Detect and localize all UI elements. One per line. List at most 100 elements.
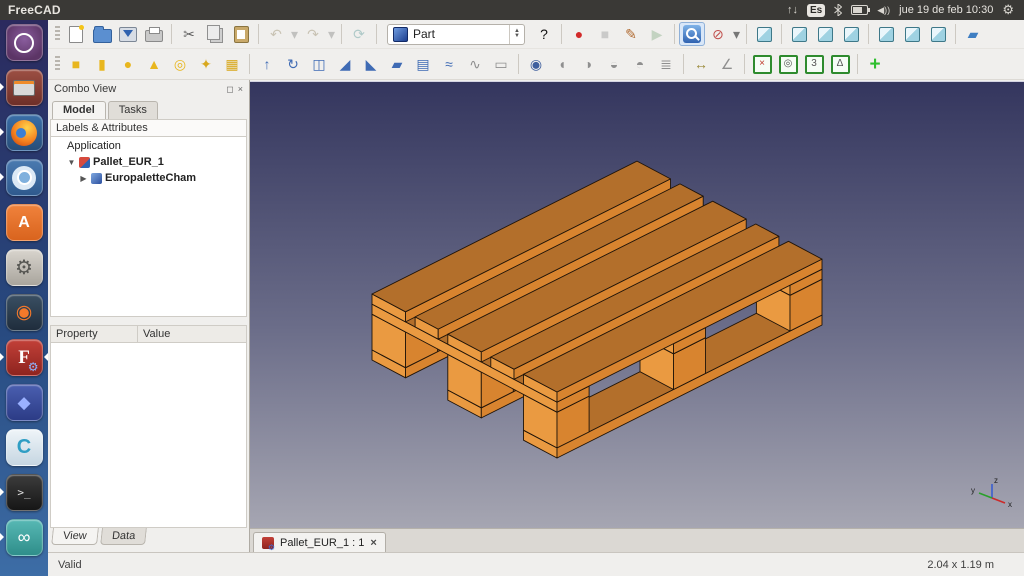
right-view-button[interactable] (838, 22, 864, 46)
macro-record-button[interactable]: ● (566, 22, 592, 46)
open-button[interactable] (89, 22, 115, 46)
chamfer-button[interactable]: ◣ (358, 52, 384, 76)
make-face-button[interactable]: ▰ (384, 52, 410, 76)
launcher-item-firefox[interactable] (0, 114, 48, 154)
workbench-selector[interactable]: Part▲▼ (387, 24, 525, 45)
toolbar-grip[interactable] (55, 56, 60, 72)
launcher-item-arduino[interactable] (0, 519, 48, 559)
cylinder-button[interactable]: ▮ (89, 52, 115, 76)
measure-angular-button[interactable]: ∠ (714, 52, 740, 76)
box-button[interactable]: ■ (63, 52, 89, 76)
tab-tasks[interactable]: Tasks (108, 101, 158, 119)
macro-play-button[interactable]: ▶ (644, 22, 670, 46)
draw-style-dropdown[interactable]: ▾ (731, 22, 742, 46)
redo-arrow-icon: ↷ (307, 27, 319, 41)
redo-dropdown[interactable]: ▾ (326, 22, 337, 46)
macro-stop-button[interactable]: ■ (592, 22, 618, 46)
toolbar-grip[interactable] (55, 26, 60, 42)
combo-view-titlebar[interactable]: Combo View ◻ × (48, 80, 249, 98)
workbench-spinner[interactable]: ▲▼ (509, 25, 524, 44)
session-gear-icon[interactable]: ⚙ (1002, 2, 1014, 18)
cut-boolean-button[interactable]: ◖ (549, 52, 575, 76)
clock-indicator[interactable]: jue 19 de feb 10:30 (899, 4, 993, 16)
volume-icon[interactable]: ◀)) (877, 5, 890, 16)
tree-root-application[interactable]: Application (51, 138, 246, 154)
front-view-button[interactable] (786, 22, 812, 46)
launcher-item-dash[interactable] (0, 24, 48, 64)
tree-item-europalettecham[interactable]: ▶EuropaletteCham (51, 170, 246, 186)
measure-toggle-delta-button[interactable]: Δ (827, 52, 853, 76)
thickness-button[interactable]: ▭ (488, 52, 514, 76)
launcher-item-software-center[interactable] (0, 204, 48, 244)
launcher-item-chromium[interactable] (0, 159, 48, 199)
axonometric-view-button[interactable] (751, 22, 777, 46)
add-macro-button[interactable]: + (862, 52, 888, 76)
keyboard-layout-indicator[interactable]: Es (807, 4, 825, 17)
launcher-item-freecad[interactable] (0, 339, 48, 379)
cone-button[interactable]: ▲ (141, 52, 167, 76)
whats-this-button[interactable]: ? (531, 22, 557, 46)
tab-model[interactable]: Model (52, 101, 106, 119)
close-document-icon[interactable]: × (370, 537, 376, 549)
tab-data[interactable]: Data (100, 528, 147, 545)
tree-item-pallet-eur-1[interactable]: ▼Pallet_EUR_1 (51, 154, 246, 170)
section-button[interactable]: ◓ (627, 52, 653, 76)
tab-view[interactable]: View (51, 528, 98, 545)
launcher-item-blender[interactable] (0, 294, 48, 334)
measure-button[interactable]: ▰ (960, 22, 986, 46)
save-button[interactable] (115, 22, 141, 46)
cross-sections-button[interactable]: ≣ (653, 52, 679, 76)
measure-toggle-3d-button[interactable]: 3 (801, 52, 827, 76)
paste-button[interactable] (228, 22, 254, 46)
primitives-button[interactable]: ✦ (193, 52, 219, 76)
intersection-button[interactable]: ◒ (601, 52, 627, 76)
sweep-button[interactable]: ∿ (462, 52, 488, 76)
network-arrows-icon[interactable]: ↑↓ (787, 4, 798, 16)
undo-dropdown[interactable]: ▾ (289, 22, 300, 46)
tree-expander-icon[interactable]: ▶ (79, 174, 88, 183)
loft-button[interactable]: ≈ (436, 52, 462, 76)
sphere-button[interactable]: ● (115, 52, 141, 76)
launcher-item-terminal[interactable] (0, 474, 48, 514)
measure-linear-button[interactable]: ↔ (688, 52, 714, 76)
svg-text:x: x (1008, 500, 1012, 509)
left-view-button[interactable] (925, 22, 951, 46)
cut-button[interactable]: ✂ (176, 22, 202, 46)
print-button[interactable] (141, 22, 167, 46)
battery-icon[interactable] (851, 5, 868, 15)
undo-button[interactable]: ↶ (263, 22, 289, 46)
revolve-button[interactable]: ↻ (280, 52, 306, 76)
tree-expander-icon[interactable]: ▼ (67, 158, 76, 167)
panel-splitter[interactable] (48, 317, 249, 325)
bottom-view-button[interactable] (899, 22, 925, 46)
launcher-item-files[interactable] (0, 69, 48, 109)
measure-clear-all-button[interactable]: × (749, 52, 775, 76)
bluetooth-icon[interactable] (834, 4, 842, 16)
top-view-button[interactable] (812, 22, 838, 46)
property-table-body[interactable] (50, 343, 247, 528)
ruled-surface-button[interactable]: ▤ (410, 52, 436, 76)
refresh-button[interactable]: ⟳ (346, 22, 372, 46)
new-document-button[interactable] (63, 22, 89, 46)
launcher-item-cura[interactable] (0, 429, 48, 469)
draw-style-button[interactable]: ⊘ (705, 22, 731, 46)
3d-viewport[interactable]: zxy (250, 81, 1024, 529)
measure-toggle-all-button[interactable]: ◎ (775, 52, 801, 76)
document-tab-pallet[interactable]: Pallet_EUR_1 : 1 × (253, 532, 386, 552)
macro-edit-button[interactable]: ✎ (618, 22, 644, 46)
union-button[interactable]: ◑ (575, 52, 601, 76)
fit-all-button[interactable] (679, 22, 705, 46)
mirror-button[interactable]: ◫ (306, 52, 332, 76)
torus-button[interactable]: ◎ (167, 52, 193, 76)
dock-float-button[interactable]: ◻ (226, 85, 233, 94)
copy-button[interactable] (202, 22, 228, 46)
dock-close-button[interactable]: × (238, 85, 243, 94)
shape-builder-button[interactable]: ▦ (219, 52, 245, 76)
launcher-item-meshlab[interactable] (0, 384, 48, 424)
boolean-button[interactable]: ◉ (523, 52, 549, 76)
fillet-button[interactable]: ◢ (332, 52, 358, 76)
launcher-item-system-settings[interactable] (0, 249, 48, 289)
redo-button[interactable]: ↷ (300, 22, 326, 46)
rear-view-button[interactable] (873, 22, 899, 46)
extrude-button[interactable]: ↑ (254, 52, 280, 76)
